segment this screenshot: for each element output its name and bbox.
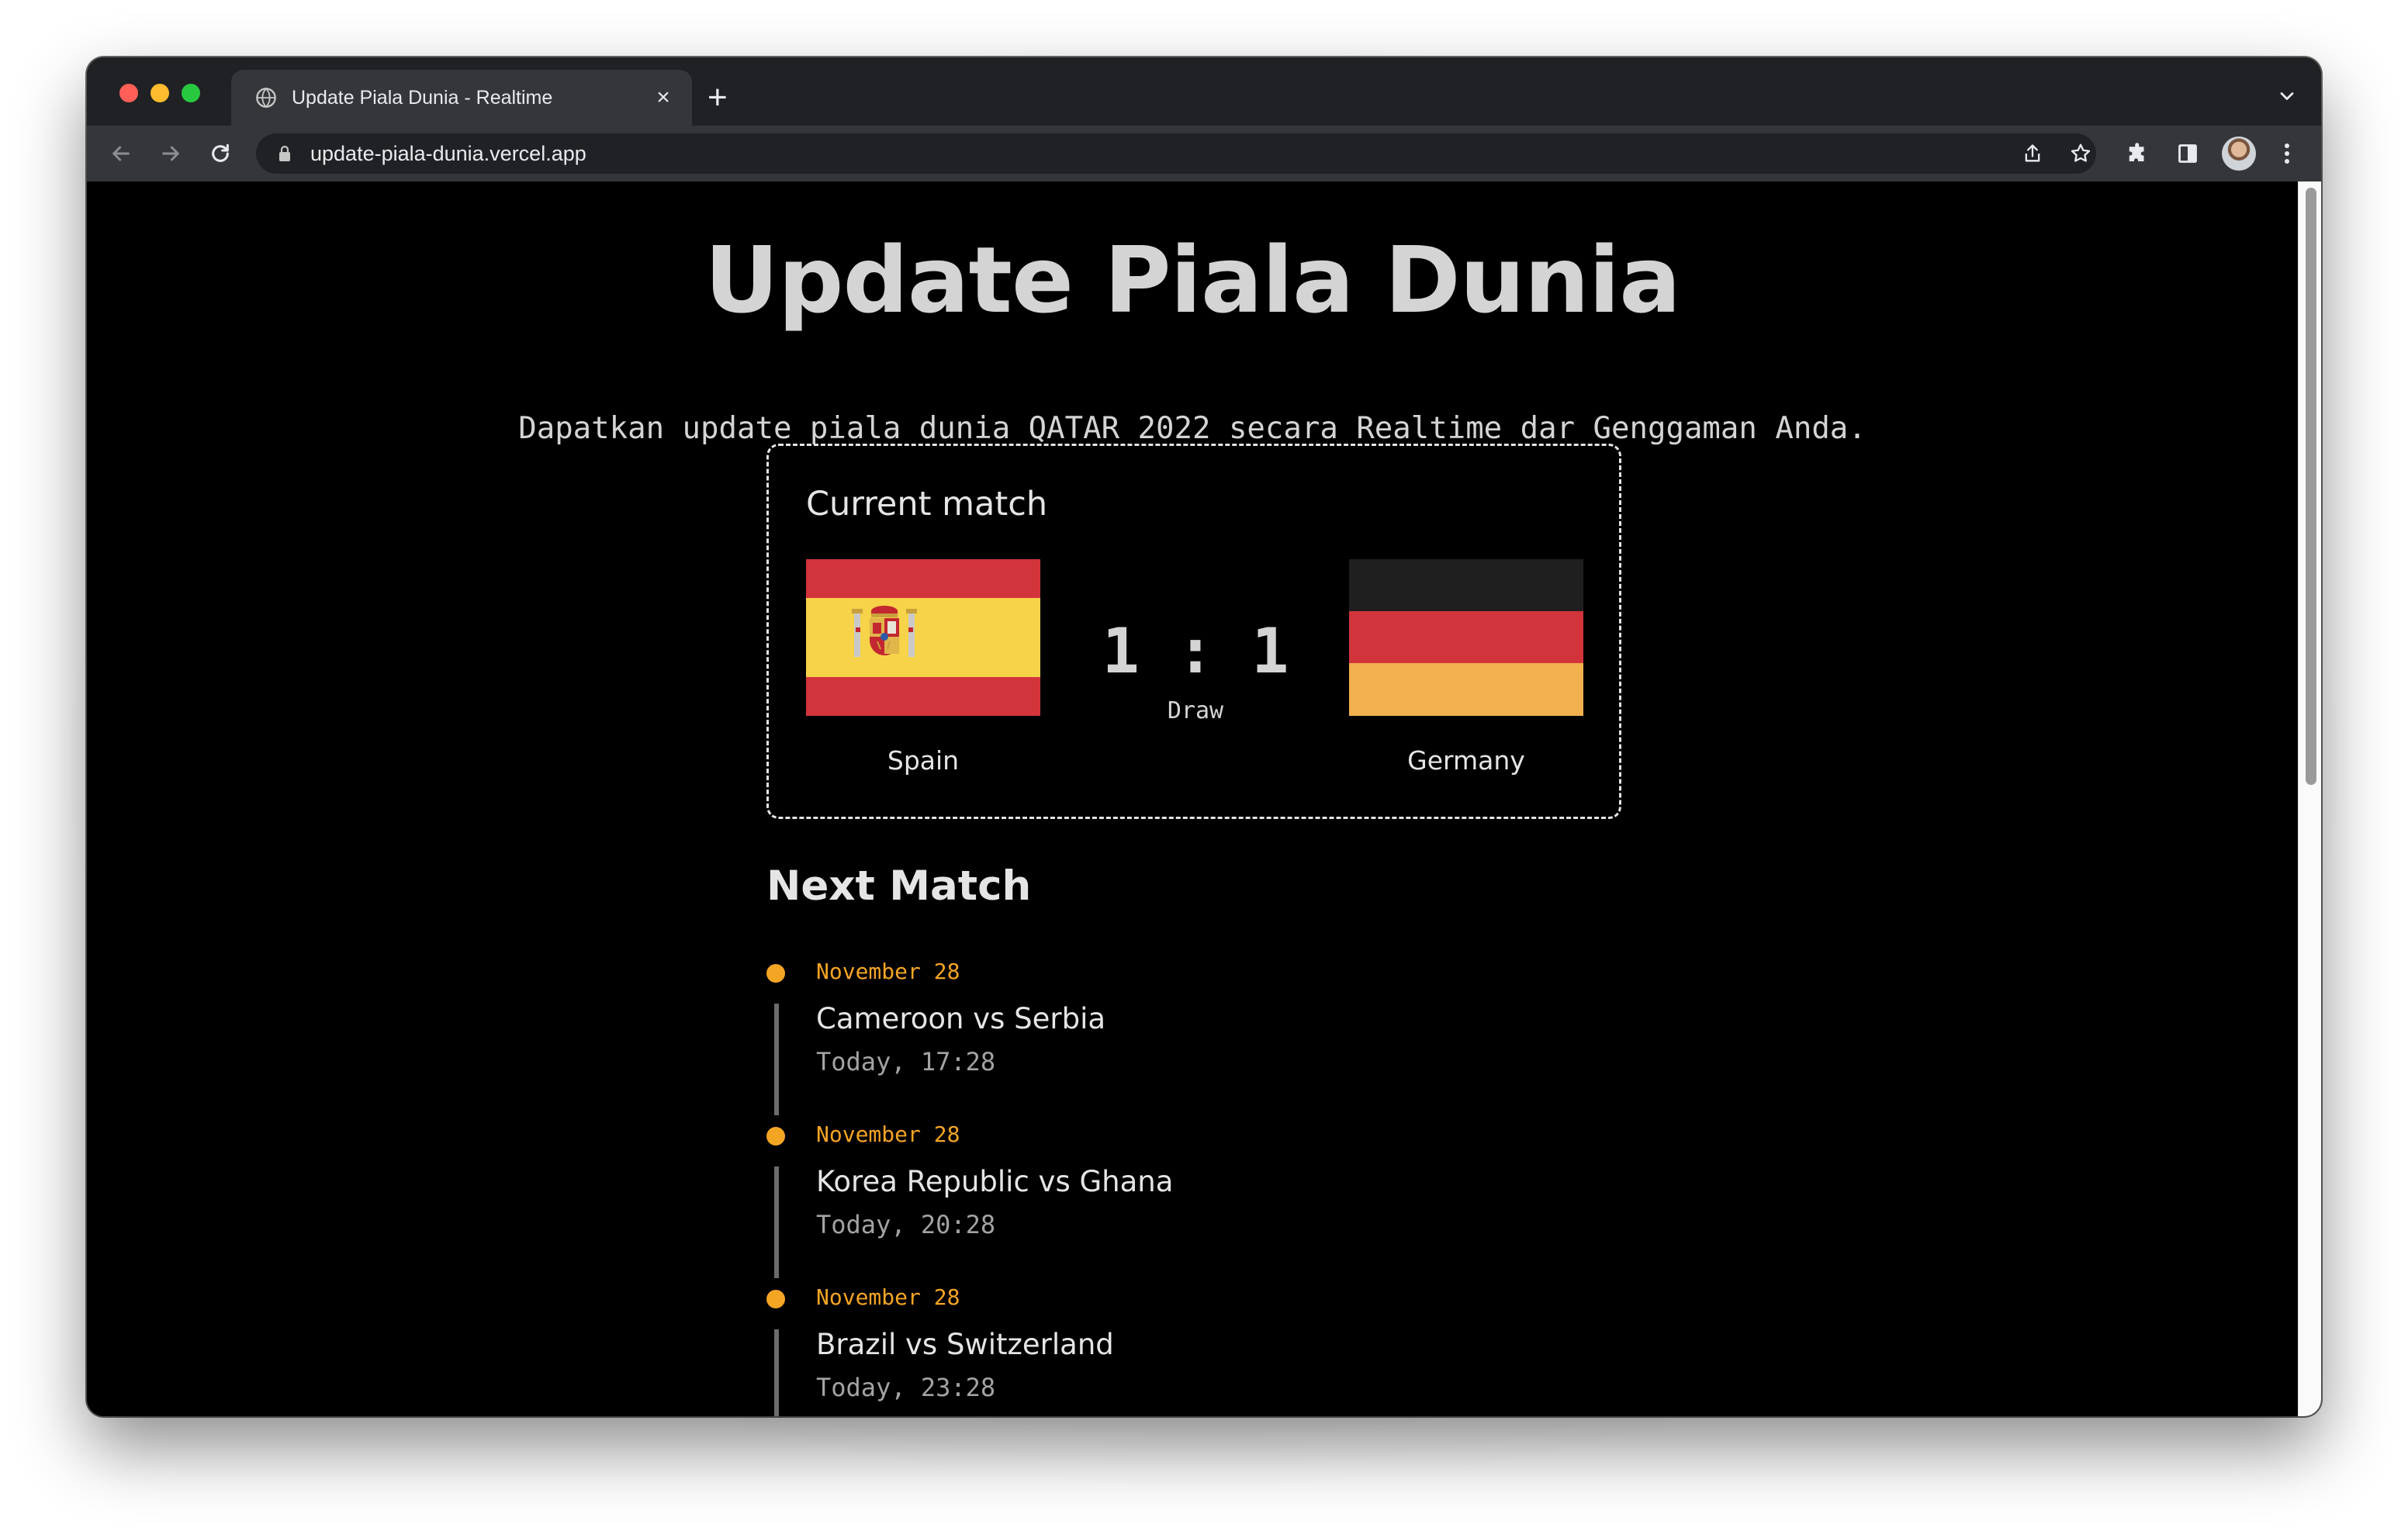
star-icon[interactable] [2067,140,2095,168]
page-subtitle: Dapatkan update piala dunia QATAR 2022 s… [518,411,1867,446]
match-score: 1 : 1 [1102,615,1289,687]
side-panel-icon[interactable] [2172,138,2203,169]
match-result: Draw [1167,697,1224,724]
chevron-down-icon[interactable] [2276,85,2298,107]
match-teams: Korea Republic vs Ghana [816,1165,1174,1198]
home-team-name: Spain [887,745,960,776]
tab-close-button[interactable]: × [652,86,675,109]
match-date: November 28 [816,1121,960,1147]
maximize-window-button[interactable] [182,84,200,102]
current-match-card: Current match 1: 1 Draw Spain Germany [766,444,1621,819]
kebab-menu-icon[interactable] [2271,138,2302,169]
globe-icon [254,86,278,109]
timeline-line [774,1004,779,1115]
browser-window: Update Piala Dunia - Realtime × + update… [87,57,2321,1416]
timeline-dot [766,1290,785,1308]
url-text: update-piala-dunia.vercel.app [310,141,586,165]
new-tab-button[interactable]: + [708,81,728,115]
minimize-window-button[interactable] [150,84,169,102]
match-time: Today, 17:28 [816,1047,996,1077]
timeline-dot [766,1127,785,1146]
tab-title: Update Piala Dunia - Realtime [292,86,553,109]
match-date: November 28 [816,959,960,984]
address-bar[interactable]: update-piala-dunia.vercel.app [256,133,2096,174]
page-title: Update Piala Dunia [704,226,1681,334]
away-team-name: Germany [1407,745,1525,776]
arrow-left-icon[interactable] [106,138,137,169]
share-icon[interactable] [2019,140,2046,168]
match-time: Today, 20:28 [816,1210,996,1239]
profile-avatar[interactable] [2222,137,2256,171]
timeline-dot [766,964,785,983]
spain-flag [806,559,1040,716]
next-match-heading: Next Match [766,862,1032,910]
close-window-button[interactable] [119,84,138,102]
page-viewport: Update Piala Dunia Dapatkan update piala… [87,181,2321,1416]
timeline-line [774,1166,779,1278]
match-teams: Brazil vs Switzerland [816,1328,1114,1361]
spain-flag-yellow [806,598,1040,677]
timeline-line [774,1329,779,1416]
germany-flag-red [1349,611,1583,664]
match-time: Today, 23:28 [816,1373,996,1402]
match-date: November 28 [816,1284,960,1310]
germany-flag-black [1349,559,1583,612]
match-teams: Cameroon vs Serbia [816,1002,1106,1035]
arrow-right-icon[interactable] [155,138,186,169]
reload-icon[interactable] [205,138,236,169]
puzzle-icon[interactable] [2123,138,2154,169]
germany-flag [1349,559,1583,716]
browser-toolbar: update-piala-dunia.vercel.app [87,126,2321,181]
scrollbar-thumb[interactable] [2306,188,2316,785]
page-scrollbar[interactable] [2298,181,2321,1416]
tab-active[interactable]: Update Piala Dunia - Realtime × [231,70,692,126]
germany-flag-gold [1349,663,1583,716]
tab-strip: Update Piala Dunia - Realtime × + [87,57,2321,126]
current-match-heading: Current match [806,485,1048,524]
lock-icon[interactable] [276,143,293,164]
